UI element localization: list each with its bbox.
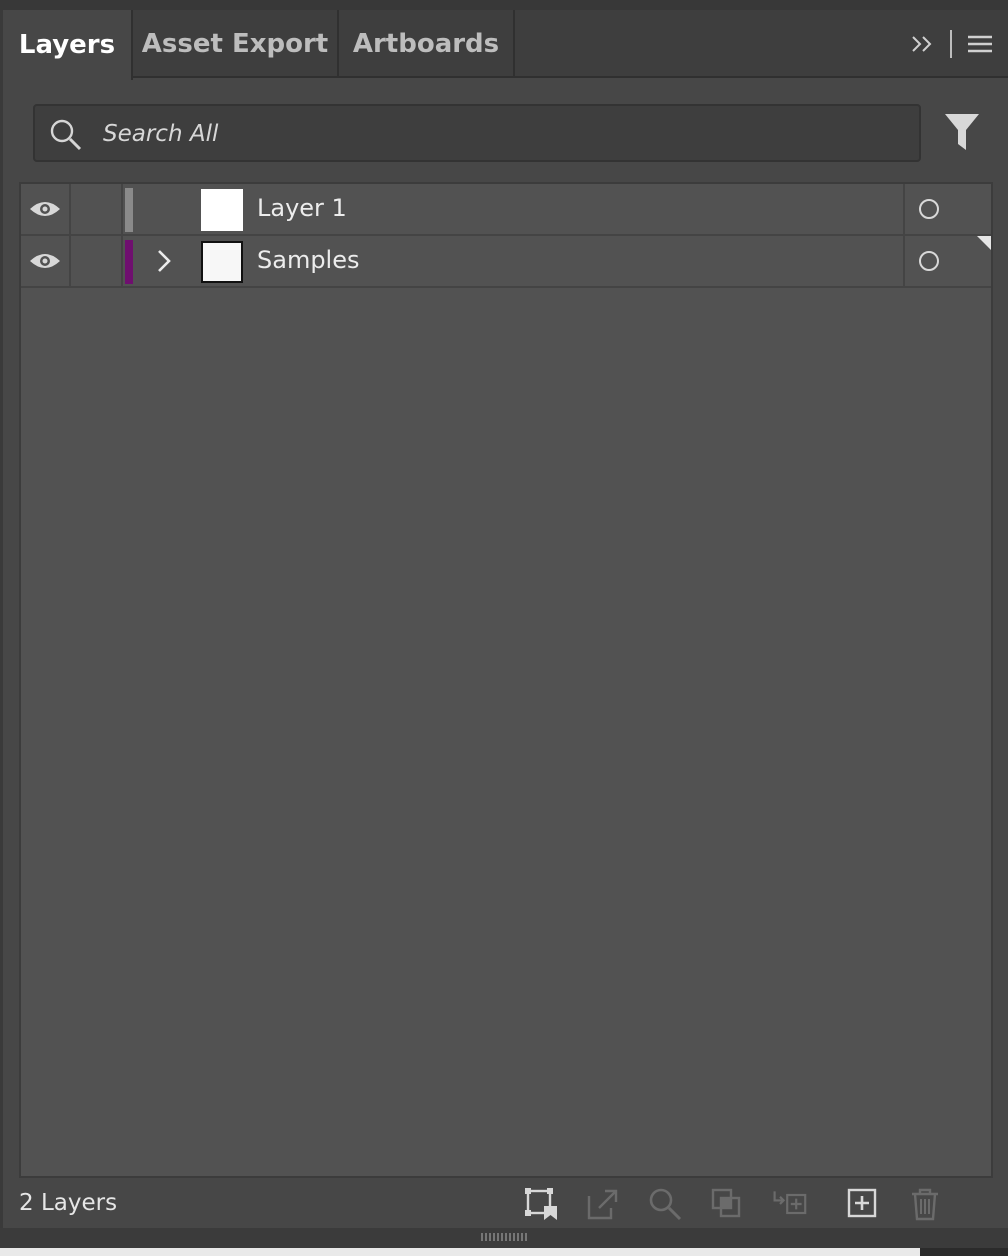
window-bottom-corner — [920, 1248, 1008, 1256]
search-box[interactable] — [33, 104, 921, 162]
selection-corner-indicator — [977, 236, 991, 250]
resize-grip-icon[interactable] — [480, 1232, 528, 1242]
collect-for-export-icon[interactable] — [523, 1186, 559, 1222]
search-icon — [50, 119, 82, 151]
collapse-icon[interactable] — [910, 32, 936, 56]
layer-row-samples[interactable]: Samples — [21, 236, 991, 288]
filter-icon[interactable] — [944, 112, 980, 152]
lock-toggle[interactable] — [71, 184, 123, 234]
layer-list: Layer 1 Samples — [19, 182, 993, 1178]
panel-footer: 2 Layers — [19, 1180, 993, 1230]
target-icon[interactable] — [919, 251, 939, 271]
layer-row-layer-1[interactable]: Layer 1 — [21, 184, 991, 236]
create-new-layer-icon[interactable] — [845, 1186, 881, 1222]
layer-thumbnail — [201, 241, 243, 283]
tab-layers[interactable]: Layers — [3, 10, 133, 80]
layer-color-swatch — [125, 240, 133, 284]
layer-count: 2 Layers — [19, 1190, 118, 1216]
column-divider — [903, 236, 905, 286]
layer-thumbnail — [201, 189, 243, 231]
chevron-right-icon[interactable] — [149, 246, 179, 276]
locate-object-icon[interactable] — [647, 1186, 683, 1222]
eye-icon — [30, 254, 60, 268]
tab-asset-export[interactable]: Asset Export — [133, 10, 339, 78]
delete-icon[interactable] — [907, 1186, 943, 1222]
target-icon[interactable] — [919, 199, 939, 219]
panel-controls — [910, 26, 994, 62]
panel-menu-icon[interactable] — [966, 32, 994, 56]
create-sublayer-icon[interactable] — [771, 1186, 807, 1222]
toolbar-divider — [950, 30, 952, 58]
layer-color-swatch — [125, 188, 133, 232]
layer-name[interactable]: Samples — [257, 246, 360, 274]
export-icon[interactable] — [585, 1186, 621, 1222]
make-clipping-mask-icon[interactable] — [709, 1186, 745, 1222]
tab-artboards[interactable]: Artboards — [339, 10, 515, 78]
layer-name[interactable]: Layer 1 — [257, 194, 347, 222]
window-bottom-edge — [0, 1248, 920, 1256]
column-divider — [903, 184, 905, 234]
layers-content: Layer 1 Samples 2 Layers — [16, 90, 996, 1238]
eye-icon — [30, 202, 60, 216]
lock-toggle[interactable] — [71, 236, 123, 286]
visibility-toggle[interactable] — [21, 184, 71, 234]
layers-panel: Layers Asset Export Artboards Layer 1 — [0, 10, 1008, 1248]
visibility-toggle[interactable] — [21, 236, 71, 286]
window-top-strip — [0, 0, 1008, 10]
search-input[interactable] — [103, 114, 903, 154]
tab-bar: Layers Asset Export Artboards — [3, 10, 1008, 80]
